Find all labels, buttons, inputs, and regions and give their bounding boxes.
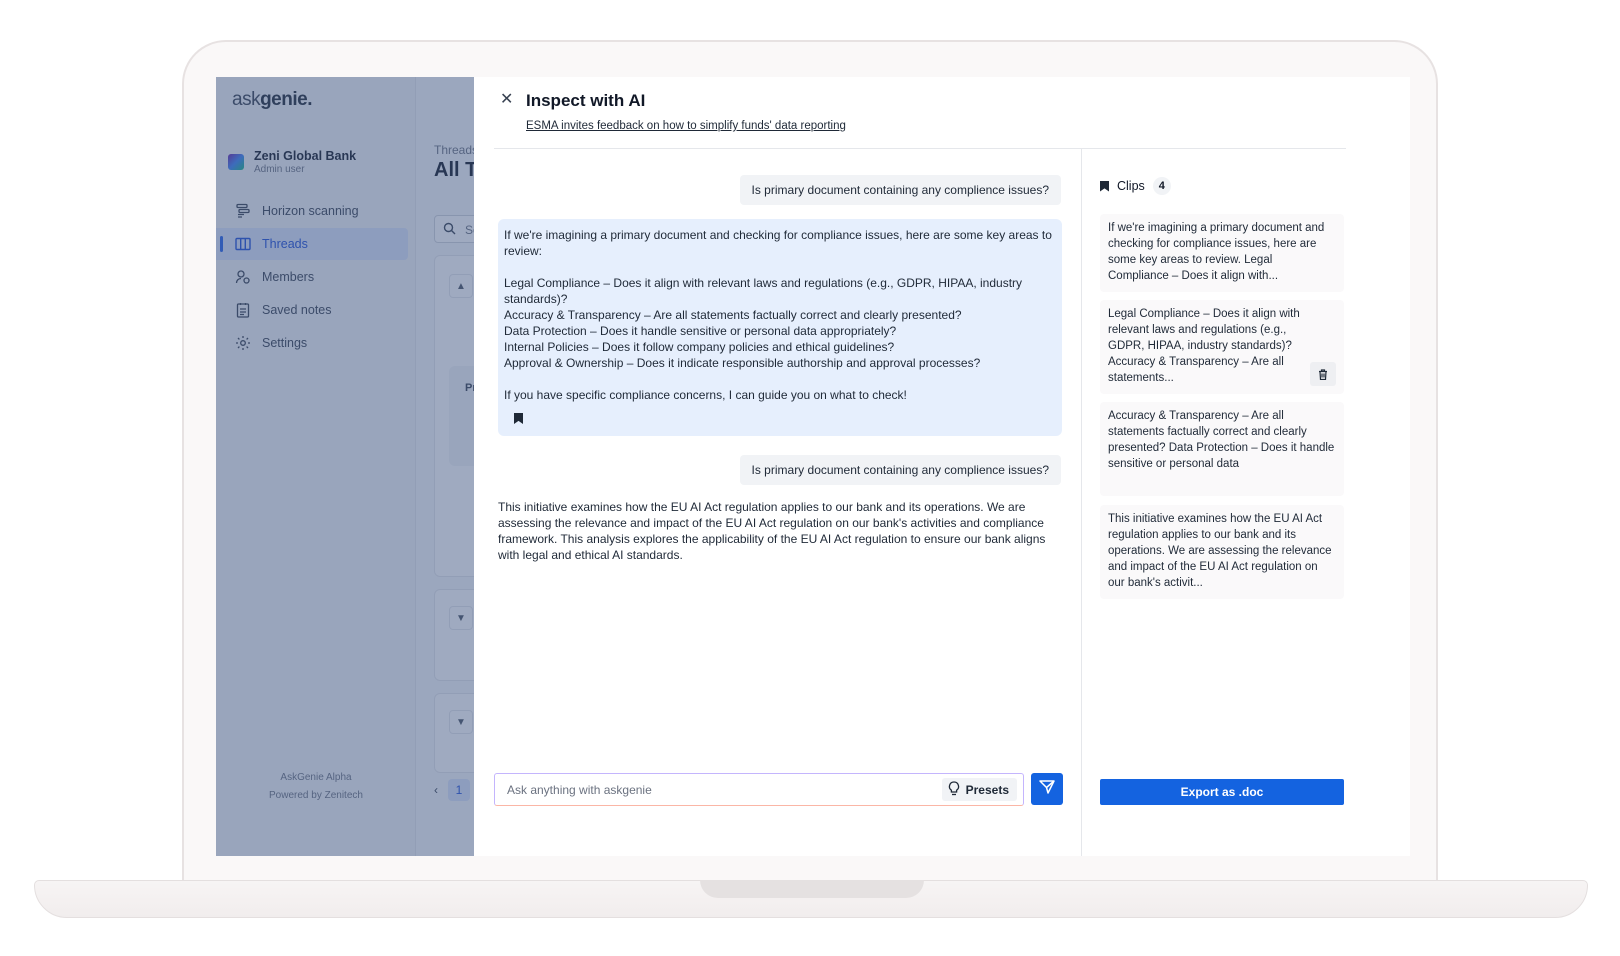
ai-message-point: Data Protection – Does it handle sensiti… [504, 324, 897, 338]
ai-message-point: Approval & Ownership – Does it indicate … [504, 356, 981, 370]
user-message-text: Is primary document containing any compl… [751, 463, 1049, 477]
export-doc-button[interactable]: Export as .doc [1100, 779, 1344, 805]
clip-text: This initiative examines how the EU AI A… [1108, 513, 1332, 589]
presets-label: Presets [965, 782, 1009, 797]
send-icon [1039, 779, 1055, 800]
source-document-link[interactable]: ESMA invites feedback on how to simplify… [526, 120, 846, 132]
lightbulb-icon [948, 780, 960, 799]
chat-composer: Presets [494, 773, 1024, 806]
clip-card[interactable]: This initiative examines how the EU AI A… [1100, 505, 1344, 599]
clip-card[interactable]: Legal Compliance – Does it align with re… [1100, 300, 1344, 394]
ai-message-point: Accuracy & Transparency – Are all statem… [504, 308, 962, 322]
presets-button[interactable]: Presets [941, 778, 1017, 801]
ai-message-point: Legal Compliance – Does it align with re… [504, 276, 1023, 306]
drawer-title: Inspect with AI [526, 91, 646, 110]
screen: askgenie. Zeni Global Bank Admin user Ho… [216, 77, 1410, 856]
clips-panel: Clips 4 If we're imagining a primary doc… [1100, 149, 1344, 856]
drawer-header: ✕ Inspect with AI ESMA invites feedback … [494, 77, 1346, 149]
clip-text: If we're imagining a primary document an… [1108, 222, 1325, 282]
clip-text: Accuracy & Transparency – Are all statem… [1108, 410, 1335, 470]
clips-title: Clips [1117, 179, 1145, 193]
trash-icon[interactable] [1310, 362, 1336, 386]
ai-message-outro: If you have specific compliance concerns… [504, 388, 907, 402]
clips-header: Clips 4 [1100, 177, 1171, 195]
clip-card[interactable]: Accuracy & Transparency – Are all statem… [1100, 402, 1344, 496]
laptop-notch [700, 880, 924, 898]
ai-message: If we're imagining a primary document an… [498, 219, 1062, 436]
clip-card[interactable]: If we're imagining a primary document an… [1100, 214, 1344, 292]
ai-message-intro: If we're imagining a primary document an… [504, 228, 1052, 258]
user-message: Is primary document containing any compl… [739, 455, 1061, 485]
bookmark-icon [1100, 180, 1109, 192]
ai-message-plain: This initiative examines how the EU AI A… [498, 500, 1046, 562]
user-message: Is primary document containing any compl… [739, 175, 1061, 205]
clip-text: Legal Compliance – Does it align with re… [1108, 308, 1300, 384]
inspect-ai-drawer: ✕ Inspect with AI ESMA invites feedback … [474, 77, 1410, 856]
chat-panel: Is primary document containing any compl… [494, 149, 1082, 856]
user-message-text: Is primary document containing any compl… [751, 183, 1049, 197]
chat-input[interactable] [507, 781, 927, 799]
bookmark-icon[interactable] [514, 413, 523, 424]
send-button[interactable] [1031, 773, 1063, 805]
ai-message-point: Internal Policies – Does it follow compa… [504, 340, 895, 354]
close-icon[interactable]: ✕ [500, 92, 516, 108]
clips-count-badge: 4 [1152, 177, 1171, 195]
